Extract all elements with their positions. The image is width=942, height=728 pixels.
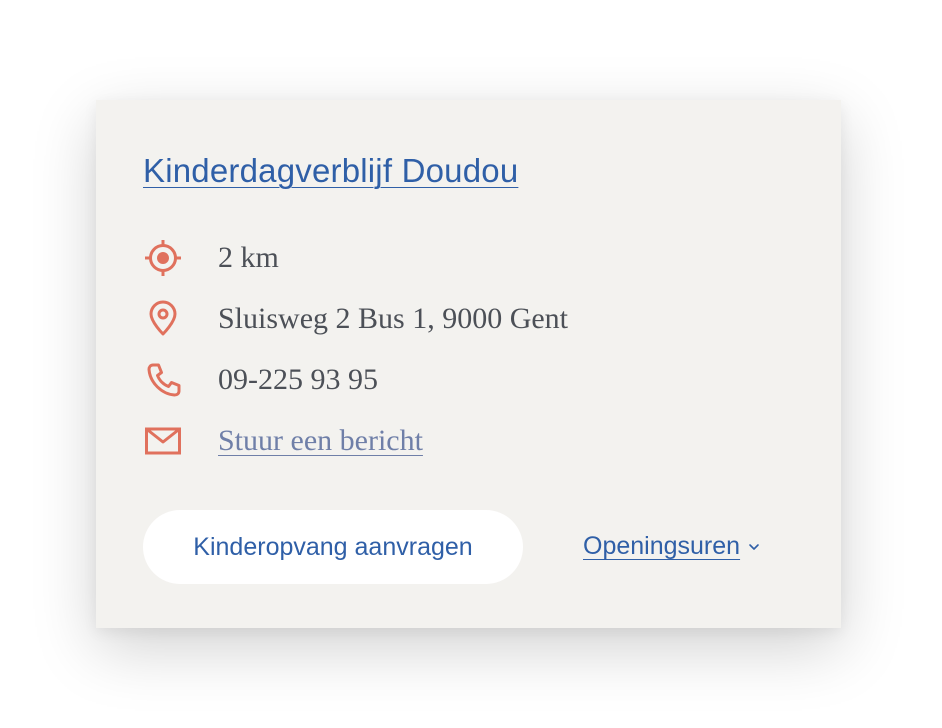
daycare-name-link[interactable]: Kinderdagverblijf Doudou [143,152,518,190]
opening-hours-toggle[interactable]: Openingsuren [583,532,760,561]
daycare-card: Kinderdagverblijf Doudou 2 km Sluisweg 2… [96,100,841,628]
phone-icon [143,360,187,400]
target-icon [143,238,187,278]
distance-row: 2 km [143,238,279,278]
request-childcare-button[interactable]: Kinderopvang aanvragen [143,510,523,584]
address-text: Sluisweg 2 Bus 1, 9000 Gent [218,302,569,335]
phone-row: 09-225 93 95 [143,360,378,400]
chevron-down-icon [748,542,760,552]
message-row: Stuur een bericht [143,421,423,461]
envelope-icon [143,421,187,461]
distance-value: 2 km [218,241,279,274]
address-row: Sluisweg 2 Bus 1, 9000 Gent [143,299,568,339]
send-message-link[interactable]: Stuur een bericht [218,424,423,458]
phone-number: 09-225 93 95 [218,363,378,396]
opening-hours-label: Openingsuren [583,532,741,560]
map-pin-icon [143,299,187,339]
